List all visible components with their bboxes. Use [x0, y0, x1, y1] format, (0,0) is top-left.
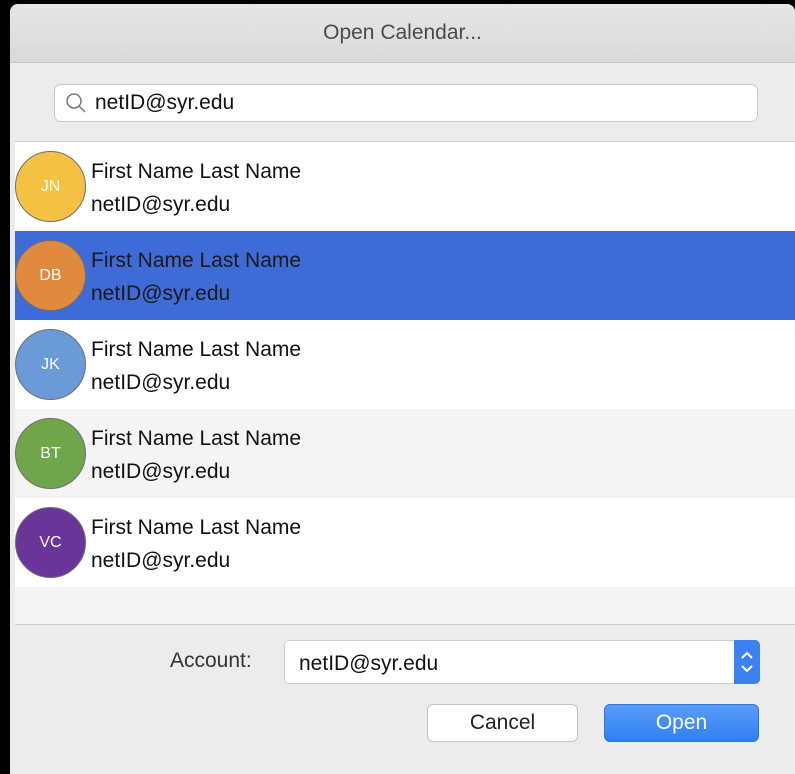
avatar: JK: [15, 329, 86, 400]
contact-name: First Name Last Name: [91, 249, 302, 272]
cancel-button[interactable]: Cancel: [427, 704, 578, 742]
avatar: BT: [15, 418, 86, 489]
contact-email: netID@syr.edu: [91, 282, 231, 305]
search-icon: [66, 93, 86, 113]
contact-name: First Name Last Name: [91, 427, 302, 450]
contact-email: netID@syr.edu: [91, 549, 231, 572]
contact-email: netID@syr.edu: [91, 193, 231, 216]
list-item[interactable]: VC First Name Last Name netID@syr.edu: [15, 498, 795, 587]
list-item[interactable]: JN First Name Last Name netID@syr.edu: [15, 142, 795, 231]
contact-list[interactable]: JN First Name Last Name netID@syr.edu DB…: [15, 141, 795, 625]
open-button[interactable]: Open: [604, 704, 759, 742]
list-item[interactable]: JK First Name Last Name netID@syr.edu: [15, 320, 795, 409]
account-select[interactable]: netID@syr.edu: [284, 640, 760, 684]
list-item[interactable]: BT First Name Last Name netID@syr.edu: [15, 409, 795, 498]
contact-name: First Name Last Name: [91, 160, 302, 183]
avatar: JN: [15, 151, 86, 222]
avatar: DB: [15, 240, 86, 311]
contact-email: netID@syr.edu: [91, 460, 231, 483]
title-bar: Open Calendar...: [10, 4, 795, 63]
contact-name: First Name Last Name: [91, 516, 302, 539]
window-title: Open Calendar...: [323, 21, 482, 44]
contact-email: netID@syr.edu: [91, 371, 231, 394]
contact-name: First Name Last Name: [91, 338, 302, 361]
list-item-selected[interactable]: DB First Name Last Name netID@syr.edu: [15, 231, 795, 320]
select-stepper[interactable]: [734, 640, 760, 684]
search-input[interactable]: [95, 91, 715, 115]
account-label: Account:: [170, 649, 252, 672]
avatar: VC: [15, 507, 86, 578]
search-field[interactable]: [54, 84, 758, 122]
account-value: netID@syr.edu: [299, 652, 439, 675]
open-calendar-dialog: Open Calendar... JN First Name Last Name…: [10, 4, 795, 774]
chevron-updown-icon: [741, 651, 753, 673]
